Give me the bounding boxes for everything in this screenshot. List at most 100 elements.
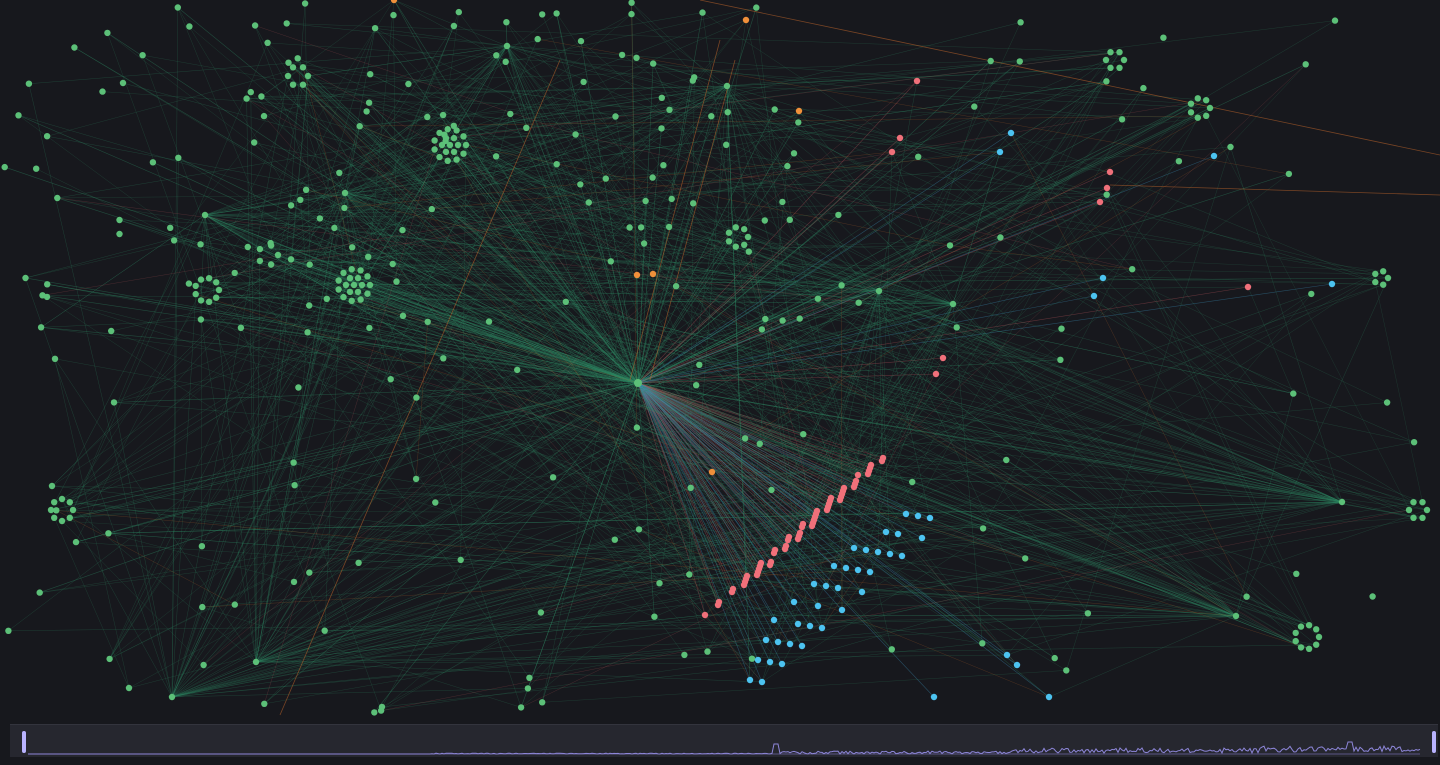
cluster-node[interactable] [1372, 270, 1379, 278]
cluster-node[interactable] [1102, 56, 1110, 64]
graph-node[interactable] [690, 200, 697, 207]
red-node[interactable] [729, 585, 737, 593]
red-node[interactable] [799, 520, 807, 528]
graph-node[interactable] [1293, 570, 1300, 577]
blue-node[interactable] [814, 602, 822, 610]
graph-node[interactable] [36, 589, 43, 596]
cluster-node[interactable] [460, 150, 467, 157]
cluster-node[interactable] [1380, 281, 1387, 288]
graph-node[interactable] [1003, 651, 1011, 659]
graph-node[interactable] [251, 139, 258, 146]
graph-node[interactable] [365, 99, 373, 106]
cluster-node[interactable] [431, 137, 438, 144]
graph-node[interactable] [105, 530, 112, 537]
red-node[interactable] [743, 572, 751, 580]
graph-node[interactable] [649, 270, 657, 278]
graph-node[interactable] [796, 315, 803, 322]
cluster-node[interactable] [192, 282, 199, 290]
cluster-node[interactable] [58, 495, 66, 503]
timeline-start-handle[interactable] [22, 731, 26, 753]
graph-node[interactable] [708, 468, 716, 476]
graph-node[interactable] [306, 569, 313, 576]
graph-node[interactable] [633, 54, 640, 61]
red-node[interactable] [854, 471, 862, 479]
red-node[interactable] [852, 477, 860, 485]
cluster-node[interactable] [1187, 109, 1195, 116]
graph-node[interactable] [602, 175, 609, 182]
graph-node[interactable] [457, 556, 464, 564]
cluster-node[interactable] [348, 266, 355, 273]
graph-node[interactable] [261, 700, 268, 707]
graph-node[interactable] [366, 324, 373, 332]
cluster-node[interactable] [1120, 56, 1128, 64]
graph-node[interactable] [170, 237, 178, 244]
graph-node[interactable] [633, 424, 641, 431]
graph-node[interactable] [693, 382, 700, 389]
cluster-node[interactable] [1292, 637, 1299, 645]
graph-node[interactable] [387, 376, 394, 383]
graph-node[interactable] [53, 507, 60, 514]
cluster-node[interactable] [1203, 97, 1210, 104]
cluster-node[interactable] [1315, 633, 1323, 641]
sub-hub-node[interactable] [1338, 498, 1346, 506]
graph-node[interactable] [762, 315, 769, 323]
graph-node[interactable] [1057, 356, 1064, 363]
graph-node[interactable] [607, 258, 614, 265]
graph-node[interactable] [672, 283, 680, 290]
cluster-node[interactable] [215, 286, 223, 294]
cluster-node[interactable] [1116, 49, 1123, 56]
graph-node[interactable] [665, 223, 673, 231]
graph-node[interactable] [341, 204, 348, 212]
graph-node[interactable] [1243, 593, 1250, 600]
graph-node[interactable] [355, 559, 362, 566]
sub-hub-node[interactable] [1232, 612, 1240, 620]
graph-node[interactable] [1302, 61, 1309, 68]
sub-hub-node[interactable] [723, 82, 731, 90]
graph-node[interactable] [1007, 129, 1015, 137]
graph-node[interactable] [724, 109, 731, 116]
cluster-node[interactable] [335, 277, 342, 284]
graph-node[interactable] [681, 651, 688, 659]
graph-node[interactable] [247, 88, 254, 96]
cluster-node[interactable] [1292, 629, 1299, 637]
blue-node[interactable] [842, 564, 850, 572]
blue-node[interactable] [914, 512, 922, 520]
graph-node[interactable] [185, 280, 193, 287]
blue-node[interactable] [850, 544, 858, 552]
graph-node[interactable] [367, 71, 374, 78]
sub-hub-node[interactable] [168, 693, 176, 701]
graph-node[interactable] [371, 25, 379, 32]
graph-node[interactable] [1160, 34, 1167, 41]
graph-node[interactable] [997, 234, 1004, 241]
graph-node[interactable] [1328, 280, 1336, 288]
cluster-node[interactable] [69, 506, 77, 514]
graph-node[interactable] [562, 298, 569, 305]
cluster-node[interactable] [66, 514, 74, 521]
graph-node[interactable] [442, 137, 449, 145]
graph-node[interactable] [686, 571, 693, 578]
cluster-node[interactable] [51, 499, 58, 506]
graph-node[interactable] [424, 113, 431, 121]
blue-node[interactable] [902, 510, 910, 518]
graph-node[interactable] [264, 39, 271, 46]
graph-node[interactable] [412, 475, 420, 483]
graph-node[interactable] [428, 205, 435, 213]
cluster-node[interactable] [1194, 114, 1202, 121]
cluster-node[interactable] [1419, 499, 1426, 506]
graph-node[interactable] [1383, 399, 1391, 406]
graph-node[interactable] [1331, 17, 1339, 24]
graph-node[interactable] [553, 161, 560, 168]
graph-node[interactable] [507, 110, 514, 118]
red-node[interactable] [827, 494, 835, 502]
graph-node[interactable] [687, 484, 694, 491]
blue-node[interactable] [746, 676, 754, 684]
cluster-node[interactable] [741, 226, 748, 233]
blue-node[interactable] [762, 636, 770, 644]
graph-node[interactable] [125, 684, 133, 692]
red-node[interactable] [767, 558, 775, 566]
graph-node[interactable] [708, 113, 715, 120]
cluster-node[interactable] [346, 274, 354, 282]
graph-node[interactable] [649, 174, 656, 181]
graph-node[interactable] [104, 29, 111, 37]
cluster-node[interactable] [346, 288, 354, 296]
